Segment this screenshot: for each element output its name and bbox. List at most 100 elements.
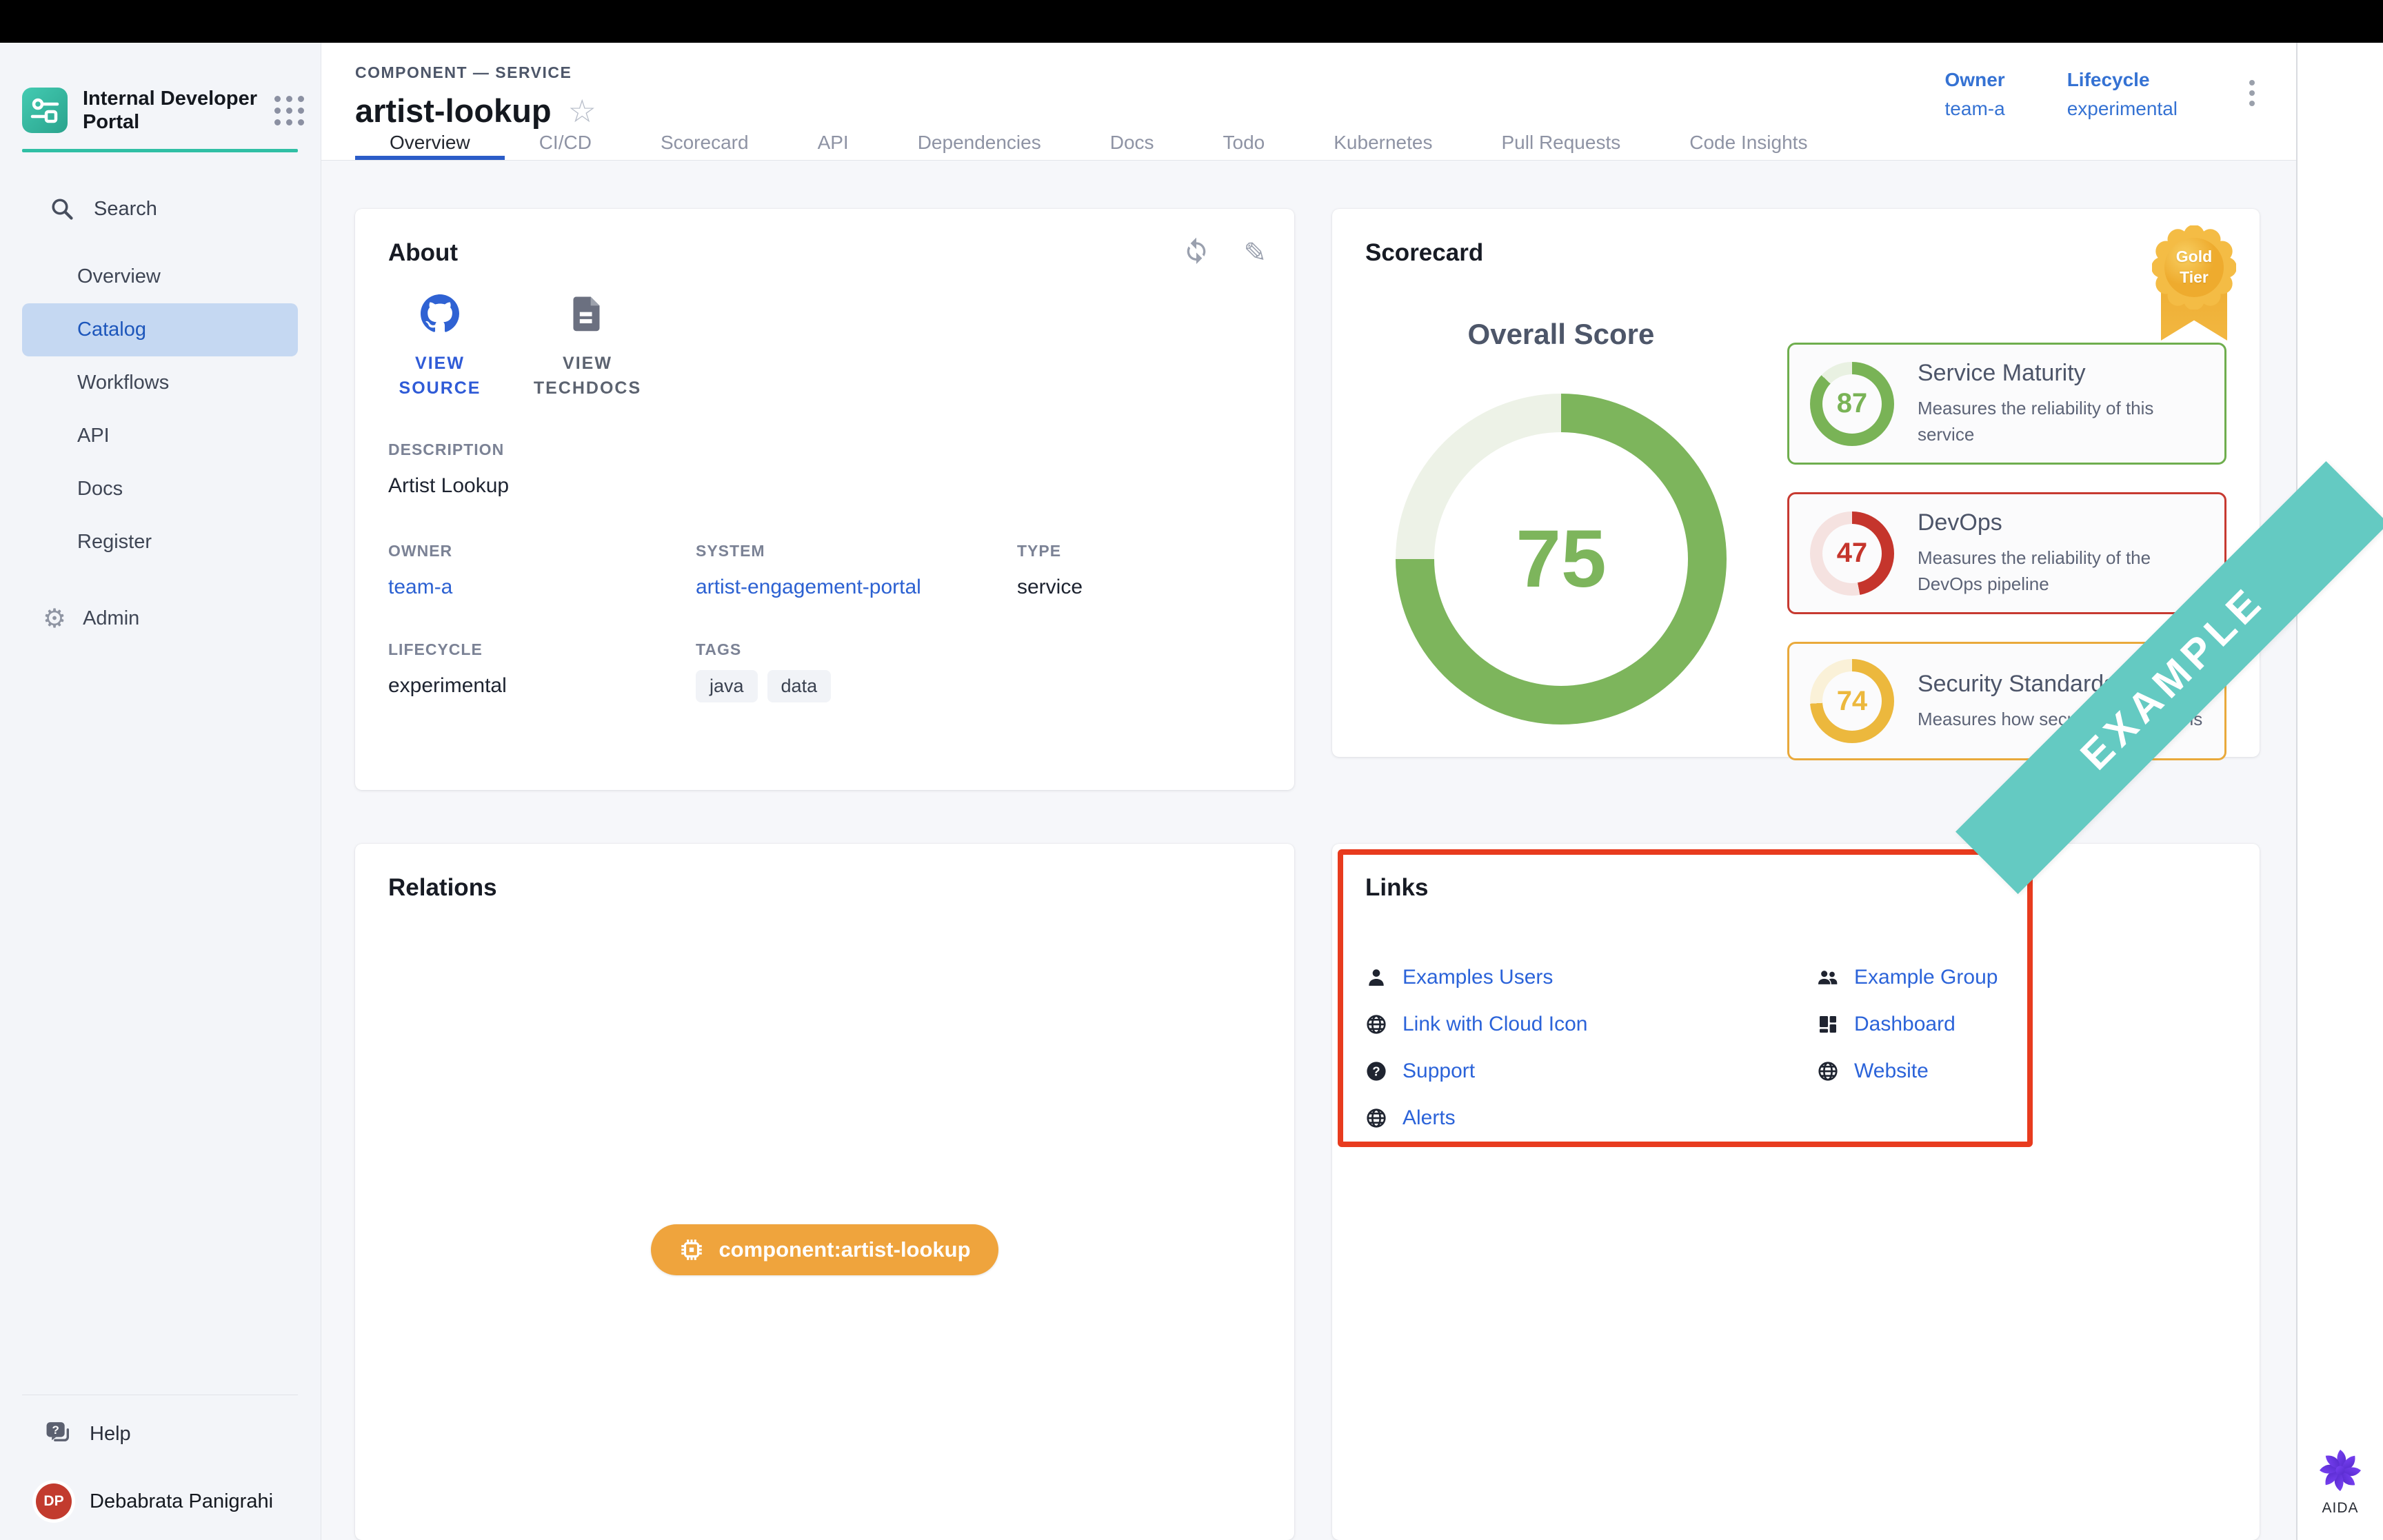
tab-api[interactable]: API — [783, 130, 883, 160]
aida-flower-icon — [2317, 1448, 2363, 1493]
help-chat-icon: ? — [46, 1421, 73, 1447]
type-field-value: service — [1017, 576, 1261, 599]
page-title: artist-lookup — [355, 92, 552, 130]
system-field-label: SYSTEM — [696, 542, 1017, 560]
metric-donut: 47 — [1810, 511, 1894, 596]
metric-devops[interactable]: 47 DevOps Measures the reliability of th… — [1787, 492, 2226, 614]
metric-donut: 74 — [1810, 659, 1894, 743]
app-title: Internal Developer Portal — [83, 87, 274, 134]
tab-pull-requests[interactable]: Pull Requests — [1467, 130, 1655, 160]
person-icon — [1365, 966, 1387, 989]
sidebar-item-register[interactable]: Register — [22, 516, 298, 569]
metric-service-maturity[interactable]: 87 Service Maturity Measures the reliabi… — [1787, 343, 2226, 465]
sidebar-item-api[interactable]: API — [22, 409, 298, 463]
globe-icon — [1365, 1013, 1387, 1035]
sidebar-item-overview[interactable]: Overview — [22, 250, 298, 303]
tags-field-label: TAGS — [696, 640, 1017, 659]
app-logo — [22, 88, 68, 133]
tab-dependencies[interactable]: Dependencies — [883, 130, 1076, 160]
breadcrumb: COMPONENT — SERVICE — [355, 63, 596, 82]
metric-donut: 87 — [1810, 362, 1894, 446]
aida-widget[interactable]: AIDA — [2297, 1448, 2383, 1517]
user-menu[interactable]: DP Debabrata Panigrahi — [36, 1483, 321, 1519]
relations-chip-label: component:artist-lookup — [718, 1237, 970, 1262]
aida-label: AIDA — [2322, 1500, 2358, 1517]
right-edge-panel: AIDA — [2296, 43, 2383, 1540]
refresh-icon[interactable] — [1183, 236, 1210, 269]
sidebar: Internal Developer Portal Search Overvie… — [0, 43, 321, 1540]
link-cloud[interactable]: Link with Cloud Icon — [1365, 1009, 1817, 1040]
link-examples-users[interactable]: Examples Users — [1365, 962, 1817, 993]
user-name: Debabrata Panigrahi — [90, 1490, 273, 1513]
owner-field-value[interactable]: team-a — [388, 576, 696, 599]
overall-score-label: Overall Score — [1468, 318, 1655, 351]
svg-text:?: ? — [1372, 1064, 1380, 1079]
favorite-star-icon[interactable]: ☆ — [568, 95, 596, 127]
sidebar-item-workflows[interactable]: Workflows — [22, 356, 298, 409]
help-icon: ? — [1365, 1060, 1387, 1082]
top-black-bar — [0, 0, 2383, 43]
link-alerts[interactable]: Alerts — [1365, 1103, 1817, 1133]
tab-docs[interactable]: Docs — [1076, 130, 1189, 160]
owner-value[interactable]: team-a — [1945, 98, 2005, 120]
more-options-icon[interactable] — [2240, 73, 2264, 113]
about-title: About — [388, 239, 1261, 267]
circuit-logo-icon — [30, 95, 60, 125]
lifecycle-field-value: experimental — [388, 674, 696, 698]
apps-grid-icon[interactable] — [274, 96, 304, 125]
tab-cicd[interactable]: CI/CD — [505, 130, 626, 160]
description-value: Artist Lookup — [388, 474, 1261, 498]
relations-card: Relations co — [355, 844, 1294, 1540]
search-icon — [50, 196, 74, 221]
overall-score-value: 75 — [1396, 394, 1727, 725]
tag-chip[interactable]: java — [696, 670, 758, 702]
owner-field-label: OWNER — [388, 542, 696, 560]
github-icon — [421, 294, 459, 333]
sidebar-nav: Overview Catalog Workflows API Docs Regi… — [0, 250, 321, 569]
people-icon — [1817, 966, 1839, 989]
relations-entity-chip[interactable]: component:artist-lookup — [651, 1224, 998, 1275]
view-source-link[interactable]: VIEWSOURCE — [388, 294, 492, 401]
links-card: Links Examples Users — [1332, 844, 2260, 1540]
sidebar-accent-divider — [22, 149, 298, 152]
scorecard-card: Scorecard — [1332, 209, 2260, 757]
globe-icon — [1365, 1107, 1387, 1129]
gold-tier-badge: GoldTier — [2152, 225, 2236, 349]
entity-header: COMPONENT — SERVICE artist-lookup ☆ Owne… — [321, 43, 2296, 130]
sidebar-search[interactable]: Search — [50, 192, 321, 225]
chip-icon — [678, 1237, 705, 1263]
sidebar-item-docs[interactable]: Docs — [22, 463, 298, 516]
link-website[interactable]: Website — [1817, 1056, 1998, 1086]
tag-chip[interactable]: data — [767, 670, 832, 702]
about-card: About ✎ VIEWSOURCE — [355, 209, 1294, 790]
tab-code-insights[interactable]: Code Insights — [1655, 130, 1842, 160]
sidebar-item-catalog[interactable]: Catalog — [22, 303, 298, 356]
overall-score-donut: 75 — [1396, 394, 1727, 725]
dashboard-icon — [1817, 1013, 1839, 1035]
tab-overview[interactable]: Overview — [355, 130, 505, 160]
link-dashboard[interactable]: Dashboard — [1817, 1009, 1998, 1040]
type-field-label: TYPE — [1017, 542, 1261, 560]
lifecycle-label: Lifecycle — [2067, 69, 2178, 91]
scorecard-title: Scorecard — [1365, 239, 2226, 267]
link-support[interactable]: ? Support — [1365, 1056, 1817, 1086]
lifecycle-value: experimental — [2067, 98, 2178, 120]
search-label: Search — [94, 198, 157, 221]
sidebar-item-admin[interactable]: ⚙ Admin — [43, 603, 321, 634]
links-title: Links — [1365, 874, 2226, 902]
tab-scorecard[interactable]: Scorecard — [626, 130, 783, 160]
system-field-value[interactable]: artist-engagement-portal — [696, 576, 1017, 599]
description-label: DESCRIPTION — [388, 440, 1261, 459]
owner-label: Owner — [1945, 69, 2005, 91]
tab-todo[interactable]: Todo — [1189, 130, 1300, 160]
svg-text:?: ? — [52, 1424, 59, 1437]
tab-kubernetes[interactable]: Kubernetes — [1299, 130, 1467, 160]
lifecycle-field-label: LIFECYCLE — [388, 640, 696, 659]
document-icon — [570, 294, 605, 333]
help-button[interactable]: ? Help — [46, 1413, 321, 1455]
link-example-group[interactable]: Example Group — [1817, 962, 1998, 993]
entity-tabs: Overview CI/CD Scorecard API Dependencie… — [321, 130, 2296, 161]
view-techdocs-link[interactable]: VIEWTECHDOCS — [536, 294, 639, 401]
gear-icon: ⚙ — [43, 603, 66, 634]
edit-pencil-icon[interactable]: ✎ — [1243, 239, 1267, 267]
